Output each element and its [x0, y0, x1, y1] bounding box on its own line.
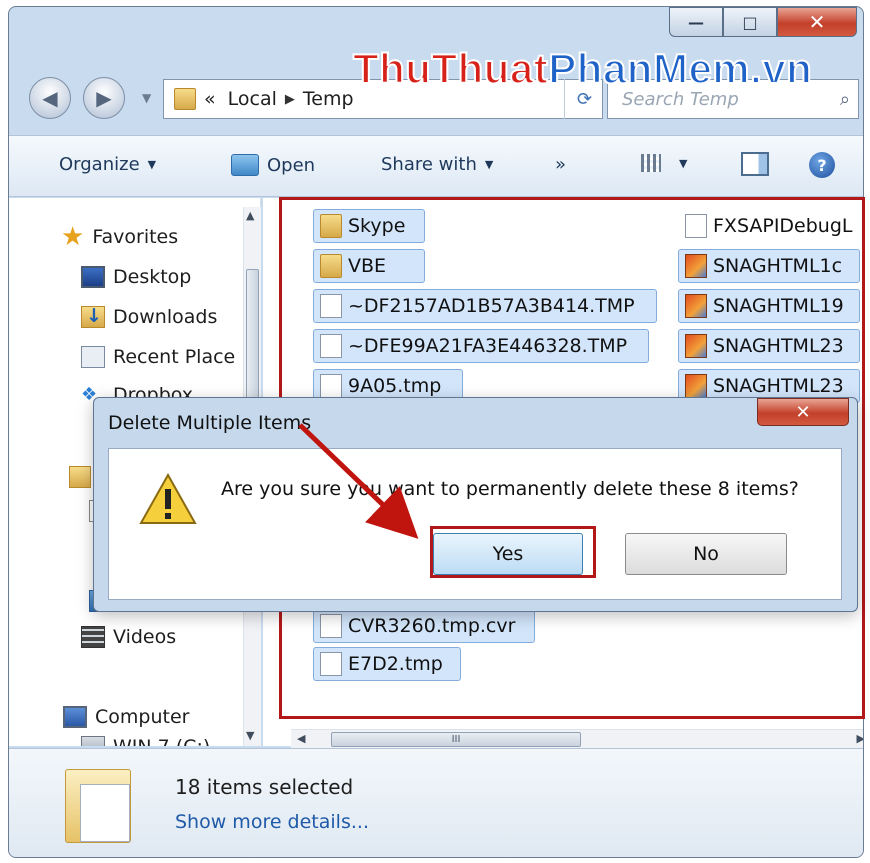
annotation-arrow [298, 423, 419, 539]
arrow-icon [298, 423, 419, 539]
